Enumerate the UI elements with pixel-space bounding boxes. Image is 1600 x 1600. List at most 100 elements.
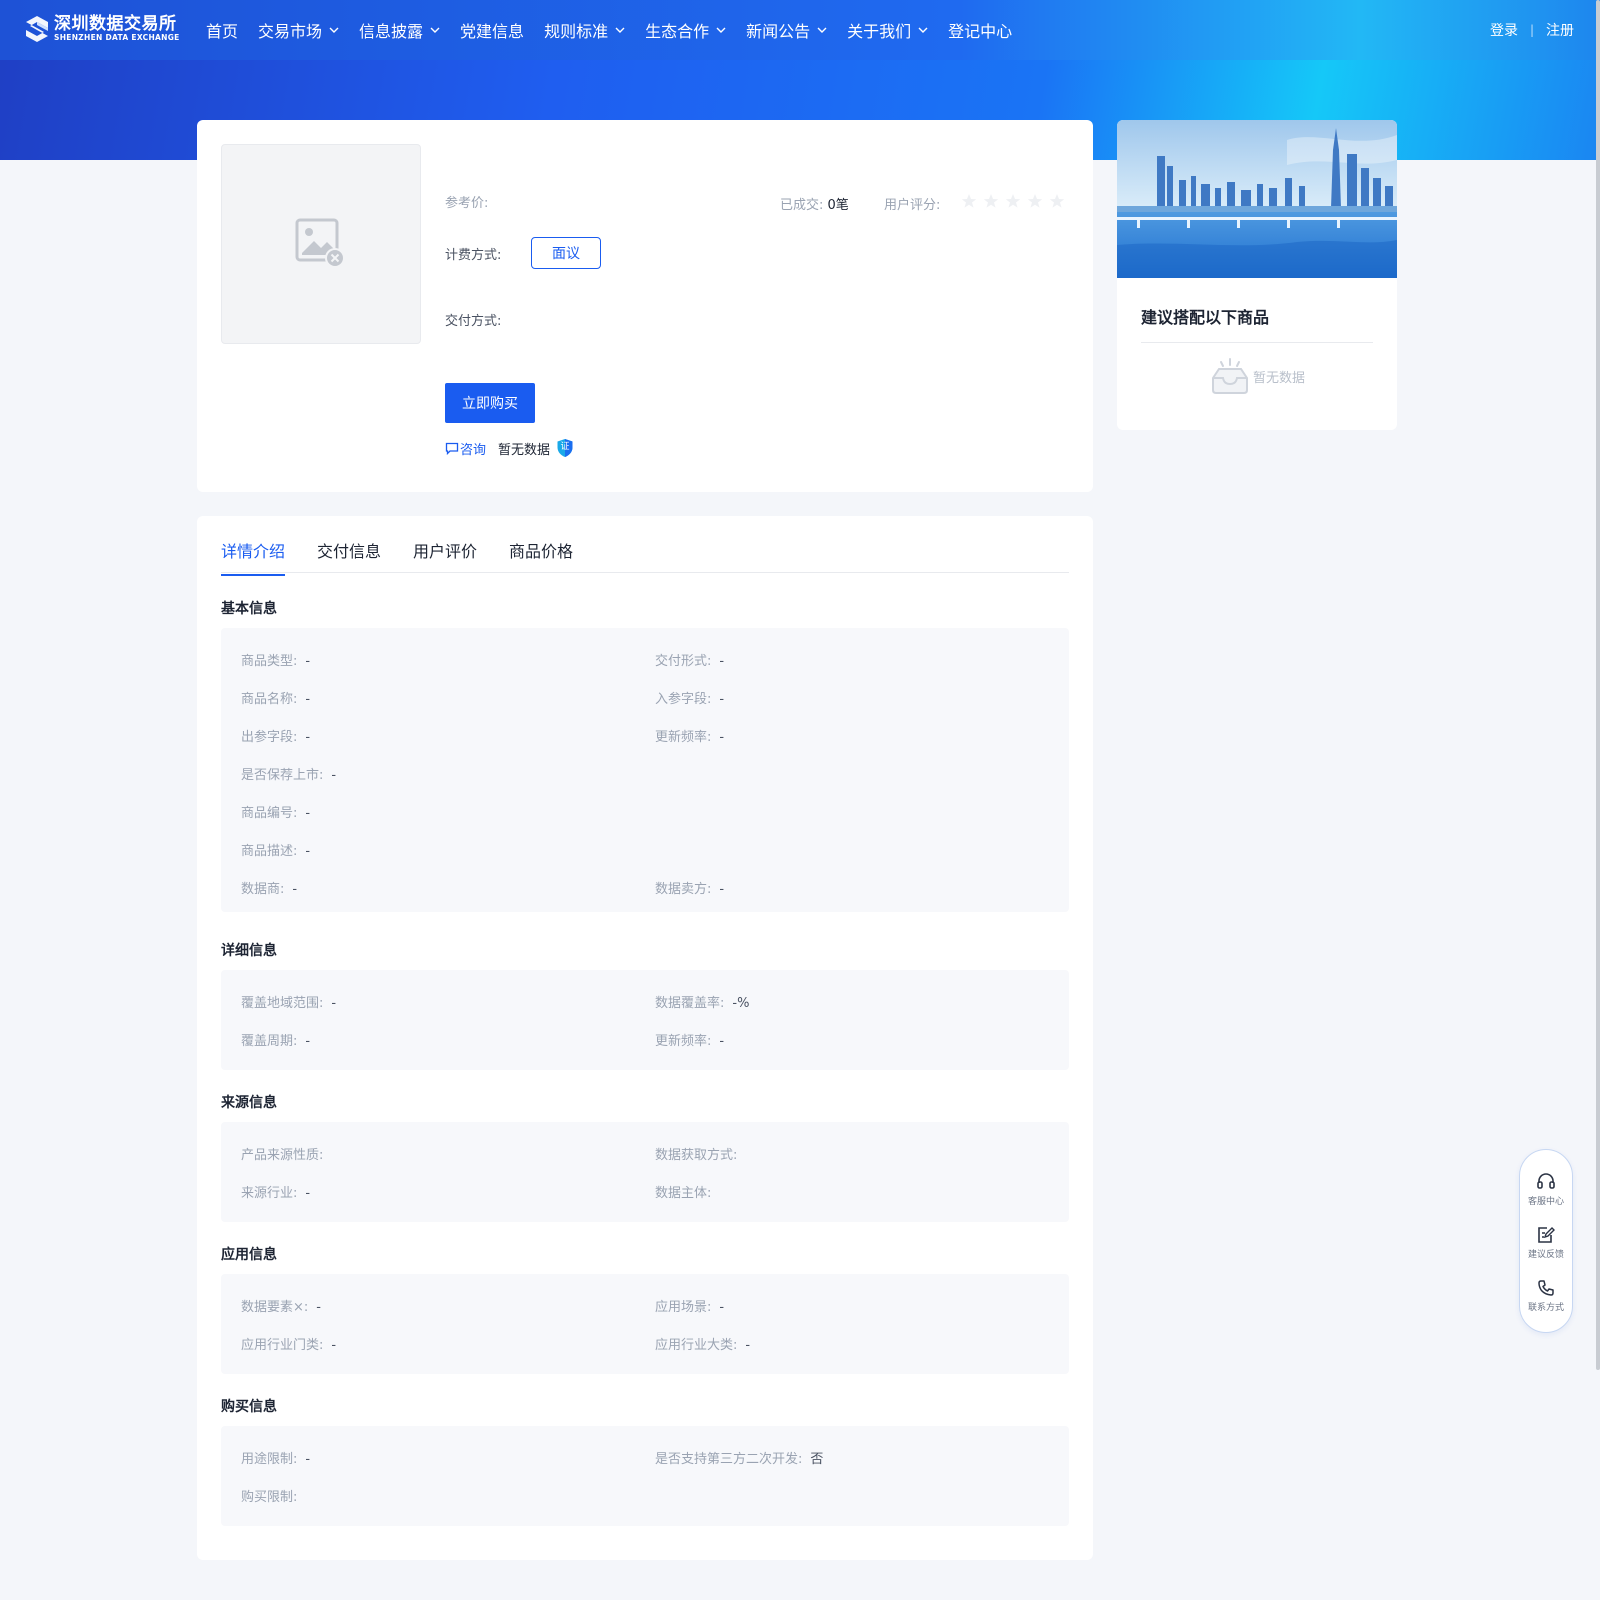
nav-item-7[interactable]: 关于我们 bbox=[847, 18, 928, 42]
info-field-key: 数据商: bbox=[241, 882, 285, 897]
nav-item-1[interactable]: 交易市场 bbox=[258, 18, 339, 42]
star-icon[interactable] bbox=[1049, 193, 1065, 209]
rating-label: 用户评分: bbox=[884, 198, 941, 213]
info-field: 产品来源性质: bbox=[241, 1144, 331, 1163]
tab-3[interactable]: 商品价格 bbox=[509, 538, 573, 576]
contact-tool[interactable]: 联系方式 bbox=[1520, 1278, 1572, 1313]
login-link[interactable]: 登录 bbox=[1490, 20, 1518, 40]
nav-item-label: 关于我们 bbox=[847, 22, 912, 41]
info-field-value: -% bbox=[732, 996, 750, 1011]
contact-label: 联系方式 bbox=[1527, 1303, 1564, 1313]
info-field: 用途限制: - bbox=[241, 1448, 310, 1467]
auth-separator: | bbox=[1529, 23, 1534, 37]
consult-label: 咨询 bbox=[460, 442, 487, 458]
customer-service-label: 客服中心 bbox=[1527, 1197, 1564, 1207]
tab-0[interactable]: 详情介绍 bbox=[221, 538, 286, 576]
tab-2[interactable]: 用户评价 bbox=[413, 538, 477, 576]
info-field-value: - bbox=[292, 882, 298, 897]
info-field-key: 用途限制: bbox=[241, 1452, 298, 1467]
info-field: 商品编号: - bbox=[241, 802, 310, 821]
info-field-key: 交付形式: bbox=[655, 654, 712, 669]
info-field: 是否保荐上市: - bbox=[241, 764, 336, 783]
nav-item-label: 信息披露 bbox=[359, 22, 424, 41]
nav-item-6[interactable]: 新闻公告 bbox=[746, 18, 827, 42]
chat-icon bbox=[445, 442, 459, 455]
info-field-value: - bbox=[745, 1338, 751, 1353]
info-field-value: - bbox=[719, 730, 725, 745]
page-scrollbar[interactable] bbox=[1596, 0, 1600, 1370]
recommendation-title: 建议搭配以下商品 bbox=[1141, 308, 1270, 327]
nav-item-label: 党建信息 bbox=[460, 22, 525, 41]
logo-text-en: SHENZHEN DATA EXCHANGE bbox=[54, 33, 180, 42]
certification-badge: 证 bbox=[556, 438, 574, 458]
nav-item-3[interactable]: 党建信息 bbox=[460, 18, 524, 42]
consult-link[interactable]: 咨询 bbox=[445, 439, 486, 458]
info-field-key: 覆盖周期: bbox=[241, 1034, 298, 1049]
info-field: 来源行业: - bbox=[241, 1182, 310, 1201]
info-field-value: - bbox=[305, 806, 311, 821]
section-title-application: 应用信息 bbox=[221, 1247, 277, 1263]
info-field: 数据主体: bbox=[655, 1182, 719, 1201]
info-field: 商品名称: - bbox=[241, 688, 310, 707]
nav-item-4[interactable]: 规则标准 bbox=[544, 18, 625, 42]
info-field-value: - bbox=[305, 1034, 311, 1049]
nav-item-0[interactable]: 首页 bbox=[206, 18, 238, 42]
info-field: 商品描述: - bbox=[241, 840, 310, 859]
deals-label: 已成交: bbox=[780, 198, 824, 213]
info-field: 应用行业大类: - bbox=[655, 1334, 750, 1353]
info-field-key: 商品名称: bbox=[241, 692, 298, 707]
auth-links: 登录 | 注册 bbox=[1490, 20, 1574, 40]
info-field: 数据商: - bbox=[241, 878, 297, 897]
product-image-placeholder bbox=[221, 144, 421, 344]
info-field-value: - bbox=[331, 768, 337, 783]
info-field-key: 应用场景: bbox=[655, 1300, 712, 1315]
nav-item-5[interactable]: 生态合作 bbox=[645, 18, 726, 42]
star-icon[interactable] bbox=[983, 193, 999, 209]
nav-item-8[interactable]: 登记中心 bbox=[948, 18, 1012, 42]
nav-item-2[interactable]: 信息披露 bbox=[359, 18, 440, 42]
pricing-option-negotiable[interactable]: 面议 bbox=[531, 237, 601, 269]
product-summary-card: 参考价: 已成交: 0笔 用户评分: 计费方式: 面议 交付方式: 立即购买 咨… bbox=[197, 120, 1093, 492]
star-icon[interactable] bbox=[1027, 193, 1043, 209]
empty-box-icon bbox=[1212, 358, 1248, 394]
reference-price-label: 参考价: bbox=[445, 196, 489, 211]
info-field-key: 数据获取方式: bbox=[655, 1148, 738, 1163]
info-field-key: 数据要素×: bbox=[241, 1300, 309, 1315]
info-field-key: 来源行业: bbox=[241, 1186, 298, 1201]
info-field-key: 数据卖方: bbox=[655, 882, 712, 897]
deals-count: 已成交: 0笔 bbox=[780, 194, 849, 213]
star-icon[interactable] bbox=[961, 193, 977, 209]
customer-service-tool[interactable]: 客服中心 bbox=[1520, 1172, 1572, 1207]
main-nav: 首页 交易市场 信息披露 党建信息 规则标准 生态合作 新闻公告 关于我们 登记中心 bbox=[206, 0, 1032, 60]
info-field: 覆盖地域范围: - bbox=[241, 992, 336, 1011]
register-link[interactable]: 注册 bbox=[1546, 20, 1574, 40]
nav-item-label: 新闻公告 bbox=[746, 22, 811, 41]
product-detail-card: 详情介绍 交付信息 用户评价 商品价格 基本信息 商品类型: - 交付形式: - 商品名称: - 入… bbox=[197, 516, 1093, 1560]
info-field-value: - bbox=[719, 654, 725, 669]
info-field: 应用场景: - bbox=[655, 1296, 724, 1315]
info-field: 数据要素×: - bbox=[241, 1296, 321, 1315]
info-field-key: 商品编号: bbox=[241, 806, 298, 821]
feedback-edit-icon bbox=[1538, 1227, 1555, 1243]
info-field-key: 覆盖地域范围: bbox=[241, 996, 324, 1011]
info-field-key: 是否保荐上市: bbox=[241, 768, 324, 783]
info-field-value: - bbox=[305, 1186, 311, 1201]
chevron-down-icon bbox=[817, 27, 827, 33]
info-field-key: 产品来源性质: bbox=[241, 1148, 324, 1163]
feedback-tool[interactable]: 建议反馈 bbox=[1520, 1225, 1572, 1260]
info-field-value: - bbox=[719, 692, 725, 707]
chevron-down-icon bbox=[918, 27, 928, 33]
info-field-value: - bbox=[305, 844, 311, 859]
nav-item-label: 首页 bbox=[206, 22, 239, 41]
tabs-divider bbox=[221, 572, 1069, 573]
buy-now-button[interactable]: 立即购买 bbox=[445, 383, 535, 423]
section-title-detail: 详细信息 bbox=[221, 943, 277, 959]
floating-toolbar: 客服中心 建议反馈 联系方式 bbox=[1519, 1149, 1573, 1333]
info-field: 是否支持第三方二次开发: 否 bbox=[655, 1448, 823, 1467]
tab-1[interactable]: 交付信息 bbox=[317, 538, 381, 576]
info-field: 数据卖方: - bbox=[655, 878, 724, 897]
info-field: 数据覆盖率: -% bbox=[655, 992, 749, 1011]
info-field-key: 出参字段: bbox=[241, 730, 298, 745]
star-icon[interactable] bbox=[1005, 193, 1021, 209]
site-logo[interactable]: 深圳数据交易所 SHENZHEN DATA EXCHANGE bbox=[24, 14, 180, 44]
